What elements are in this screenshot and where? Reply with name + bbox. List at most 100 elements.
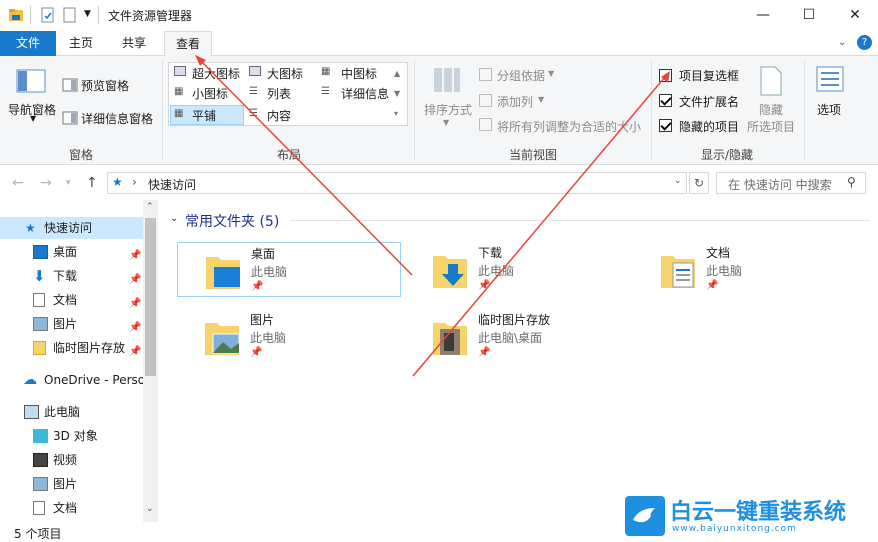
layout-list[interactable]: 列表 [267,85,291,102]
folder-tile-downloads[interactable]: 下载 此电脑 📌 [405,242,629,298]
nav-label: 快速访问 [44,221,93,235]
options-button[interactable]: 选项 [817,101,841,118]
nav-item-desktop[interactable]: 桌面 📌 [0,241,143,263]
nav-item-onedrive[interactable]: ☁ OneDrive - Perso [0,369,143,391]
add-columns-button[interactable]: 添加列 [497,93,533,110]
search-box[interactable]: 在 快速访问 中搜索 ⚲ [716,172,866,194]
tile-name: 桌面 [251,247,276,261]
nav-item-this-pc[interactable]: 此电脑 [0,401,143,423]
pin-icon[interactable]: 📌 [129,269,141,287]
sort-icon [432,66,462,97]
layout-extra-large[interactable]: 超大图标 [192,65,240,82]
tab-home[interactable]: 主页 [56,31,106,56]
nav-item-documents[interactable]: 文档 📌 [0,289,143,311]
tab-view[interactable]: 查看 [164,31,212,57]
folder-tile-desktop[interactable]: 桌面 此电脑 📌 [177,242,401,297]
group-by-button[interactable]: 分组依据 [497,67,545,84]
fit-columns-icon [479,118,492,131]
new-folder-icon[interactable] [62,7,78,23]
layout-content[interactable]: 内容 [267,107,291,124]
documents-folder-icon [661,256,695,288]
layout-small[interactable]: 小图标 [192,85,228,102]
nav-item-3d-objects[interactable]: 3D 对象 [0,425,143,447]
collapse-ribbon-icon[interactable]: ⌄ [838,37,846,48]
pin-icon[interactable]: 📌 [129,341,141,359]
minimize-button[interactable]: — [740,0,786,31]
search-icon[interactable]: ⚲ [847,175,856,189]
desktop-folder-icon [206,257,240,289]
help-icon[interactable]: ? [857,35,872,50]
group-divider [290,220,870,221]
item-checkboxes-checkbox[interactable] [659,69,672,82]
sort-by-button[interactable]: 排序方式 [424,101,472,118]
up-button[interactable]: ↑ [86,175,98,191]
watermark-brand: 白云一键重装系统 [670,500,847,525]
breadcrumb-quick-access[interactable]: 快速访问 [148,176,196,193]
group-header[interactable]: 常用文件夹 (5) [185,211,279,231]
close-button[interactable]: ✕ [832,0,878,31]
tab-share[interactable]: 共享 [106,31,162,56]
hidden-items-checkbox[interactable] [659,119,672,132]
file-extensions-checkbox[interactable] [659,94,672,107]
address-dropdown-icon[interactable]: ⌄ [674,176,682,186]
download-icon: ⬇ [33,267,46,285]
hide-selected-line2: 所选项目 [747,120,796,134]
folder-tile-documents[interactable]: 文档 此电脑 📌 [633,242,857,298]
nav-scrollbar-thumb[interactable] [145,218,156,376]
folder-tile-pictures[interactable]: 图片 此电脑 📌 [177,309,401,365]
details-icon: ☰ [321,86,330,97]
maximize-button[interactable]: ☐ [786,0,832,31]
nav-item-downloads[interactable]: ⬇ 下载 📌 [0,265,143,287]
hidden-items-label: 隐藏的项目 [679,120,740,134]
layout-tiles[interactable]: 平铺 [192,107,216,124]
tab-file[interactable]: 文件 [0,31,56,56]
fit-columns-button[interactable]: 将所有列调整为合适的大小 [497,118,641,135]
cube-icon [33,429,48,443]
details-pane-icon [62,111,78,128]
back-button[interactable]: ← [12,175,24,191]
preview-pane-button[interactable]: 预览窗格 [81,77,129,94]
search-placeholder: 在 快速访问 中搜索 [728,178,832,192]
list-icon: ☰ [249,86,258,97]
file-extensions-label: 文件扩展名 [679,95,740,109]
small-icons-icon: ▦ [174,86,184,97]
nav-item-pictures[interactable]: 图片 📌 [0,313,143,335]
watermark-url: www.baiyunxitong.com [672,524,797,534]
extra-large-icons-icon [174,66,186,76]
properties-icon[interactable] [40,7,56,23]
collapse-group-icon[interactable]: ⌄ [170,213,178,224]
folder-tile-temp-pictures[interactable]: 临时图片存放 此电脑\桌面 📌 [405,309,629,365]
nav-label: 文档 [53,293,78,307]
address-bar[interactable]: ★ › 快速访问 ⌄ [107,172,687,194]
nav-item-videos[interactable]: 视频 [0,449,143,471]
forward-button[interactable]: → [40,175,52,191]
pin-icon[interactable]: 📌 [129,245,141,263]
nav-item-pc-documents[interactable]: 文档 [0,497,143,519]
hide-selected-button[interactable]: 隐藏 [759,101,783,118]
pin-icon[interactable]: 📌 [129,293,141,311]
layout-medium[interactable]: 中图标 [341,65,377,82]
layout-group-label: 布局 [277,148,302,162]
tiles-icon: ▦ [174,108,184,119]
pin-icon[interactable]: 📌 [129,317,141,335]
pin-icon: 📌 [706,280,719,291]
scroll-up-icon[interactable]: ⌃ [146,202,154,212]
layout-details[interactable]: 详细信息 [341,85,389,102]
nav-item-pc-pictures[interactable]: 图片 [0,473,143,495]
gallery-scroll-icon[interactable]: ▲ ▼ ▾ [394,64,400,124]
recent-locations-button[interactable]: ▾ [66,178,71,188]
scroll-down-icon[interactable]: ⌄ [146,504,154,514]
refresh-button[interactable]: ↻ [689,172,709,194]
picture-icon [33,317,48,331]
nav-item-temp-pictures[interactable]: 临时图片存放 📌 [0,337,143,359]
content-icon: ☰ [249,108,258,119]
details-pane-button[interactable]: 详细信息窗格 [81,110,153,127]
hide-selected-icon [760,66,782,99]
nav-label: 视频 [53,453,78,467]
add-columns-icon [479,94,492,107]
layout-large[interactable]: 大图标 [267,65,303,82]
nav-label: OneDrive - Perso [44,373,143,387]
downloads-folder-icon [433,256,467,288]
nav-item-quick-access[interactable]: ★ 快速访问 [0,217,143,239]
navigation-pane-icon[interactable] [16,69,46,96]
